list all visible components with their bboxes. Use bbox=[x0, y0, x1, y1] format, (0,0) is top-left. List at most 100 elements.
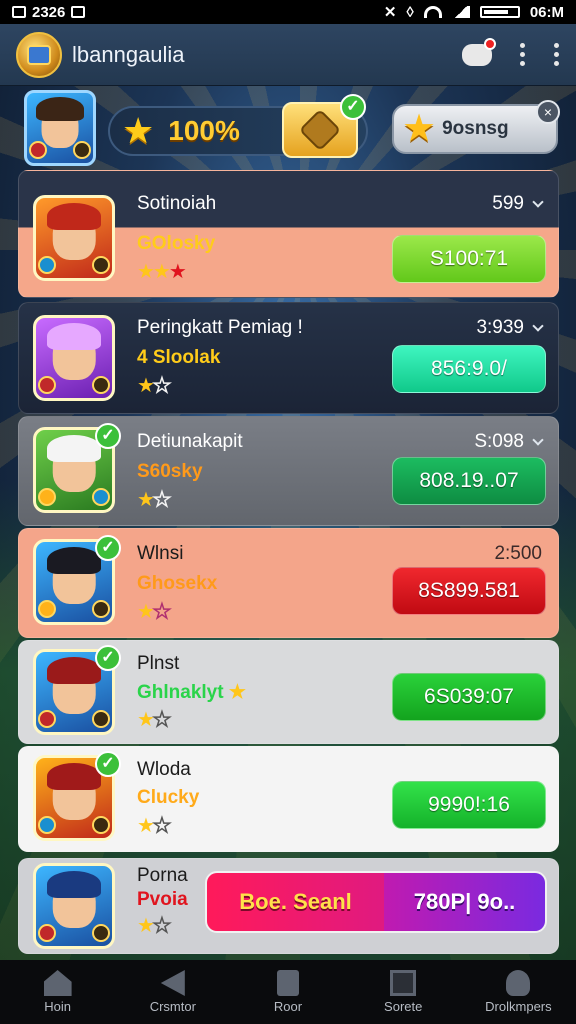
player-value-button[interactable]: 6S039:07 bbox=[392, 673, 546, 721]
level-badge-icon bbox=[92, 924, 110, 942]
overflow-menu-icon[interactable] bbox=[520, 43, 526, 66]
verified-check-icon: ✓ bbox=[95, 645, 121, 671]
nav-item-square[interactable]: Sorete bbox=[346, 960, 461, 1024]
clipboard-icon bbox=[277, 970, 299, 996]
player-card[interactable]: ✓ Wloda Clucky ★★ 9990!:16 bbox=[18, 746, 559, 852]
player-stars: ★★ bbox=[137, 488, 172, 512]
player-name: Porna bbox=[137, 865, 188, 886]
player-name: Peringkatt Pemiag ! bbox=[137, 317, 303, 338]
promo-right-label: 780P| 9o.. bbox=[384, 873, 545, 931]
player-card[interactable]: Porna Pvoia ★★ Boe. Seanl 780P| 9o.. bbox=[18, 858, 559, 954]
level-badge-icon bbox=[92, 816, 110, 834]
trophy-icon[interactable]: ✓ bbox=[282, 94, 366, 158]
player-value-button[interactable]: 8S899.581 bbox=[392, 567, 546, 615]
bottom-nav: Hoin Crsmtor Roor Sorete Drolkmpers bbox=[0, 960, 576, 1024]
nav-label: Hoin bbox=[44, 999, 71, 1014]
player-list: Sotinoiah 599 GOlosky ★★★ S100:71 Pering… bbox=[18, 170, 559, 954]
nav-item-profile[interactable]: Drolkmpers bbox=[461, 960, 576, 1024]
level-badge-icon bbox=[73, 141, 91, 159]
player-name: Plnst bbox=[137, 653, 180, 674]
wifi-icon bbox=[423, 6, 442, 18]
mute-icon: ✕ bbox=[383, 4, 397, 21]
rank-badge-icon bbox=[29, 141, 47, 159]
player-value-button[interactable]: 856:9.0/ bbox=[392, 345, 546, 393]
player-rank[interactable]: 3:939 bbox=[476, 317, 544, 339]
player-subtitle: Ghlnaklyt ★ bbox=[137, 682, 246, 703]
player-value-button[interactable]: S100:71 bbox=[392, 235, 546, 283]
player-value-button[interactable]: 9990!:16 bbox=[392, 781, 546, 829]
status-bar: 2326 ✕ ◊ 06:M bbox=[0, 0, 576, 24]
status-time-right: 06:M bbox=[529, 3, 564, 21]
player-stars: ★★ bbox=[137, 914, 172, 938]
player-card[interactable]: ✓ Plnst Ghlnaklyt ★ ★★ 6S039:07 bbox=[18, 640, 559, 744]
app-title: lbanngaulia bbox=[72, 41, 185, 67]
nav-label: Roor bbox=[273, 999, 303, 1014]
nav-item-clipboard[interactable]: Roor bbox=[230, 960, 345, 1024]
chevron-down-icon bbox=[532, 320, 544, 332]
app-notification-icon bbox=[71, 6, 86, 18]
level-badge-icon bbox=[92, 710, 110, 728]
class-badge-icon bbox=[38, 376, 56, 394]
player-card[interactable]: ✓ Detiunakapit S:098 S60sky ★★ 808.19..0… bbox=[18, 416, 559, 526]
profile-avatar[interactable] bbox=[24, 90, 96, 166]
player-value-button[interactable]: 808.19..07 bbox=[392, 457, 546, 505]
class-badge-icon bbox=[38, 256, 56, 274]
verified-check-icon: ✓ bbox=[95, 751, 121, 777]
class-badge-icon bbox=[38, 816, 56, 834]
star-burst-icon: ★ bbox=[402, 108, 437, 150]
level-badge-icon bbox=[92, 376, 110, 394]
close-icon[interactable]: × bbox=[536, 100, 560, 124]
player-card[interactable]: Peringkatt Pemiag ! 3:939 4 Sloolak ★★ 8… bbox=[18, 302, 559, 414]
player-subtitle: GOlosky bbox=[137, 233, 216, 254]
player-card[interactable]: ✓ Wlnsi 2:500 Ghosekx ★★ 8S899.581 bbox=[18, 528, 559, 638]
level-badge-icon bbox=[92, 488, 110, 506]
player-stars: ★★ bbox=[137, 374, 172, 398]
app-logo-icon[interactable] bbox=[16, 31, 62, 78]
player-stars: ★★ bbox=[137, 708, 172, 732]
player-card[interactable]: Sotinoiah 599 GOlosky ★★★ S100:71 bbox=[18, 170, 559, 298]
star-icon: ★ bbox=[122, 110, 155, 151]
verified-check-icon: ✓ bbox=[95, 535, 121, 561]
nav-item-back[interactable]: Crsmtor bbox=[115, 960, 230, 1024]
home-icon bbox=[43, 970, 72, 996]
player-name: Wloda bbox=[137, 759, 191, 780]
notification-icon bbox=[12, 6, 26, 18]
status-time-left: 2326 bbox=[32, 3, 66, 21]
player-rank[interactable]: 599 bbox=[492, 193, 544, 215]
vibrate-icon: ◊ bbox=[406, 3, 414, 21]
more-options-icon[interactable] bbox=[554, 43, 560, 66]
player-name: Detiunakapit bbox=[137, 431, 243, 452]
class-badge-icon bbox=[38, 924, 56, 942]
promo-button[interactable]: Boe. Seanl 780P| 9o.. bbox=[205, 871, 547, 933]
player-stars: ★★ bbox=[137, 600, 172, 624]
player-rank[interactable]: S:098 bbox=[474, 431, 544, 453]
app-bar: lbanngaulia bbox=[0, 24, 576, 86]
player-stars: ★★ bbox=[137, 814, 172, 838]
nav-label: Sorete bbox=[384, 999, 423, 1014]
player-name: Wlnsi bbox=[137, 543, 184, 564]
class-badge-icon bbox=[38, 488, 56, 506]
player-avatar bbox=[33, 195, 115, 281]
notification-dot bbox=[484, 37, 496, 50]
chevron-down-icon bbox=[532, 434, 544, 446]
chevron-down-icon bbox=[532, 196, 544, 208]
score-chip-label: 9osnsg bbox=[442, 118, 509, 139]
promo-left-label: Boe. Seanl bbox=[207, 873, 385, 931]
profile-strip: ★ 100% ✓ ★ 9osnsg × bbox=[0, 86, 576, 170]
level-badge-icon bbox=[92, 600, 110, 618]
verified-check-icon: ✓ bbox=[95, 423, 121, 449]
level-badge-icon bbox=[92, 256, 110, 274]
square-icon bbox=[390, 970, 417, 996]
gamepad-icon[interactable] bbox=[462, 37, 496, 66]
user-icon bbox=[506, 970, 531, 996]
nav-label: Crsmtor bbox=[149, 999, 196, 1014]
nav-item-home[interactable]: Hoin bbox=[0, 960, 115, 1024]
score-chip[interactable]: ★ 9osnsg × bbox=[392, 100, 560, 154]
player-name: Sotinoiah bbox=[137, 193, 217, 214]
class-badge-icon bbox=[38, 600, 56, 618]
progress-pill: ★ 100% ✓ bbox=[108, 94, 368, 158]
battery-icon bbox=[479, 6, 520, 18]
signal-icon bbox=[451, 6, 470, 18]
player-avatar bbox=[33, 315, 115, 401]
player-avatar bbox=[33, 863, 115, 949]
